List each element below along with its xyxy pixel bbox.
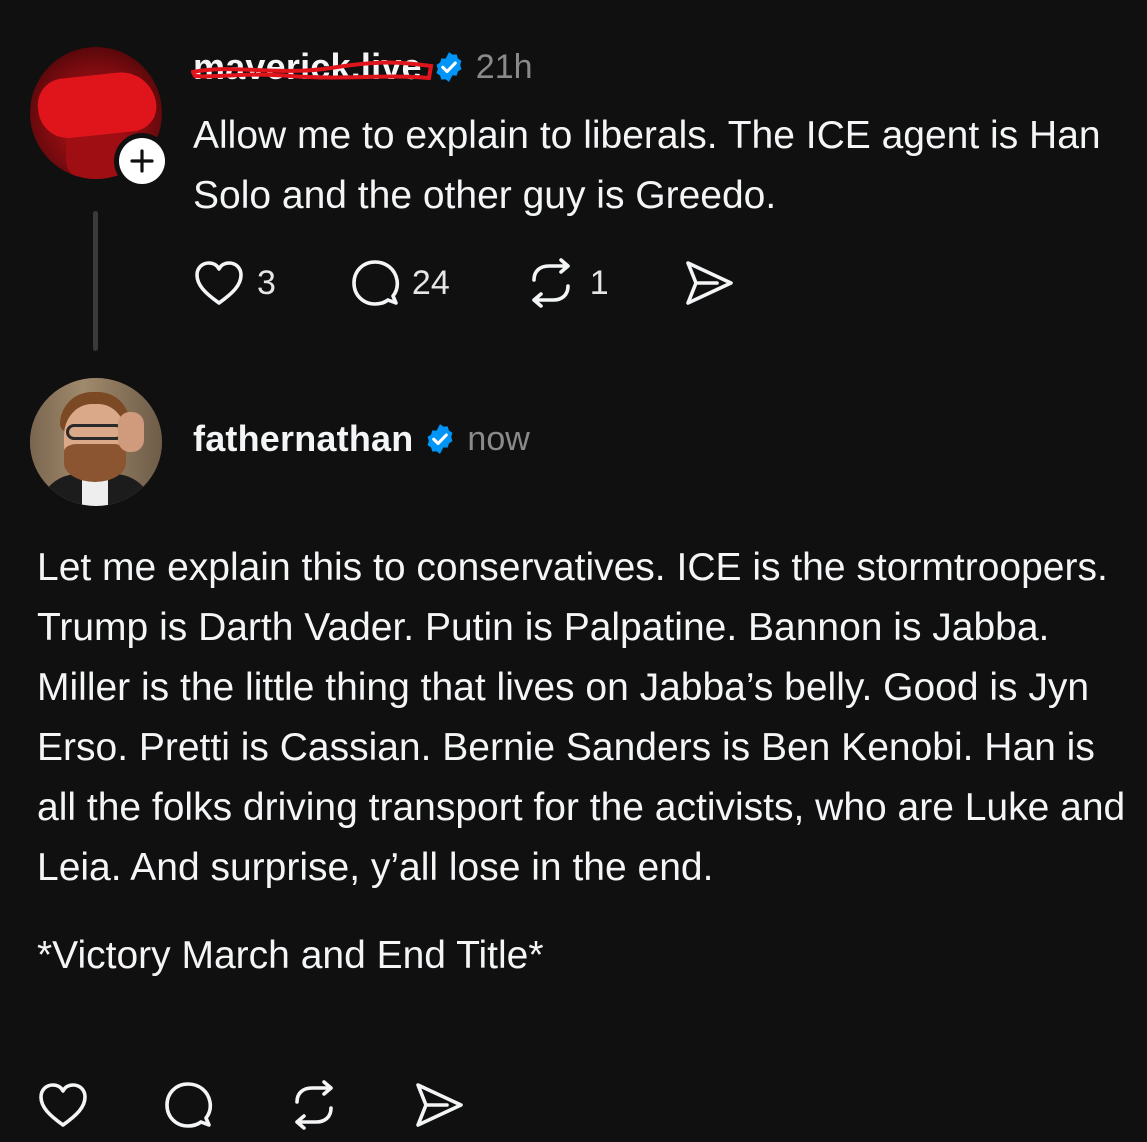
post-text: Allow me to explain to liberals. The ICE… [193, 114, 1101, 217]
avatar-fathernathan[interactable] [30, 378, 162, 506]
reply-paragraph: *Victory March and End Title* [37, 934, 544, 977]
share-button[interactable] [413, 1080, 465, 1130]
redaction-scribble [35, 68, 159, 142]
follow-button[interactable] [114, 133, 170, 189]
reply-header: fathernathan now [193, 418, 530, 460]
repost-count: 1 [589, 263, 609, 302]
verified-badge-icon [432, 50, 466, 84]
repost-arrows-icon [524, 258, 578, 308]
post-timestamp: 21h [475, 47, 533, 86]
paper-plane-icon [413, 1080, 465, 1130]
post-username[interactable]: maverick.live [193, 46, 422, 88]
repost-arrows-icon [287, 1080, 341, 1130]
plus-icon [129, 148, 155, 174]
repost-button[interactable] [287, 1080, 341, 1130]
speech-bubble-icon [163, 1080, 213, 1130]
reply-paragraph: Let me explain this to conservatives. IC… [37, 546, 1126, 889]
share-button[interactable] [683, 258, 735, 308]
reply-count: 24 [411, 263, 450, 302]
like-button[interactable]: 3 [193, 259, 276, 307]
like-count: 3 [257, 263, 276, 302]
like-button[interactable] [37, 1081, 89, 1129]
repost-button[interactable]: 1 [524, 258, 609, 308]
speech-bubble-icon [350, 258, 400, 308]
heart-icon [193, 259, 245, 307]
thread-line [93, 211, 98, 351]
verified-badge-icon [423, 422, 457, 456]
paper-plane-icon [683, 258, 735, 308]
heart-icon [37, 1081, 89, 1129]
reply-button[interactable]: 24 [350, 258, 450, 308]
reply-action-bar [37, 1080, 539, 1130]
reply-body: Let me explain this to conservatives. IC… [37, 538, 1127, 986]
post-header: maverick.live 21h [191, 46, 533, 88]
reply-username[interactable]: fathernathan [193, 418, 413, 460]
reply-button[interactable] [163, 1080, 213, 1130]
post-action-bar: 3 24 1 [193, 258, 809, 308]
reply-timestamp: now [467, 419, 530, 458]
